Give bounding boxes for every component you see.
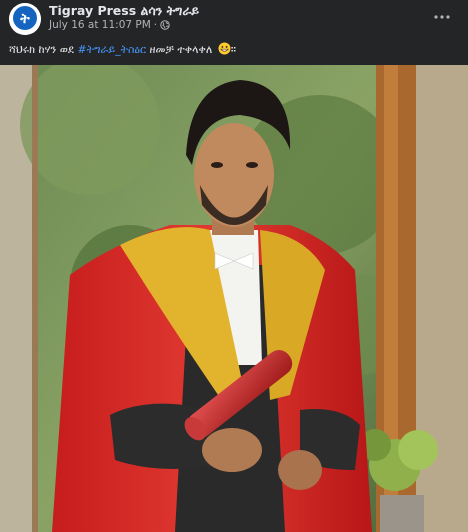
facebook-post: ት Tigray Press ልሳን ትግራይ July 16 at 11:07… <box>0 0 468 532</box>
post-meta: July 16 at 11:07 PM · <box>49 19 170 31</box>
caption-punctuation: ። <box>230 43 236 56</box>
caption-text-end: ዘመቻ ተቀላቀለ <box>146 43 216 56</box>
tigray-press-logo-icon: ት <box>9 3 41 35</box>
photo-image <box>0 65 468 532</box>
more-options-button[interactable] <box>430 8 454 26</box>
caption-text-start: ሻህሩክ ከሃን ወደ <box>9 43 78 56</box>
meta-separator: · <box>153 19 158 31</box>
post-header: ት Tigray Press ልሳን ትግራይ July 16 at 11:07… <box>0 0 468 38</box>
caption-hashtag[interactable]: #ትግራይ_ትስዕር <box>77 43 146 56</box>
post-photo[interactable] <box>0 65 468 532</box>
author-name[interactable]: Tigray Press ልሳን ትግራይ <box>49 3 199 19</box>
globe-icon[interactable] <box>160 20 170 30</box>
post-timestamp[interactable]: July 16 at 11:07 PM <box>49 19 151 31</box>
more-options-icon <box>434 15 450 19</box>
avatar-letter: ት <box>19 11 30 27</box>
grinning-face-emoji-icon <box>218 42 231 55</box>
page-avatar[interactable]: ት <box>9 3 41 35</box>
post-caption: ሻህሩክ ከሃን ወደ #ትግራይ_ትስዕር ዘመቻ ተቀላቀለ ። <box>9 42 236 57</box>
